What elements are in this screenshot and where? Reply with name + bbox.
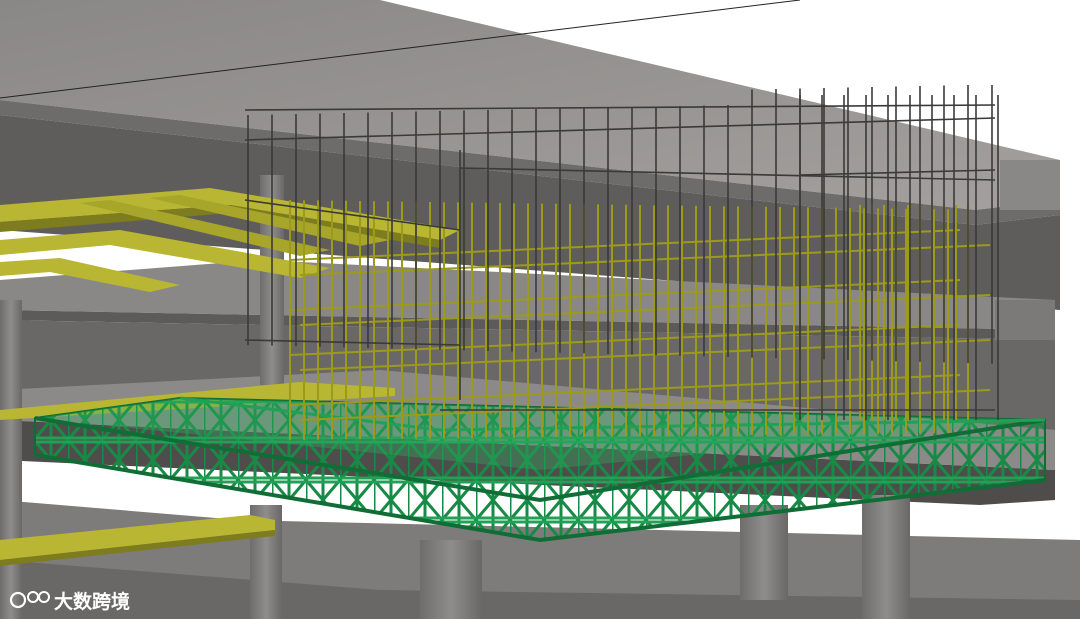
column-head (995, 300, 1055, 340)
3d-model-scene[interactable]: 大数跨境 (0, 0, 1080, 619)
column (420, 540, 482, 619)
column (862, 495, 910, 619)
column-head (1000, 160, 1060, 210)
column (0, 300, 22, 619)
watermark-text: 大数跨境 (54, 590, 130, 613)
model-viewport[interactable]: 大数跨境 (0, 0, 1080, 619)
column (740, 505, 788, 600)
